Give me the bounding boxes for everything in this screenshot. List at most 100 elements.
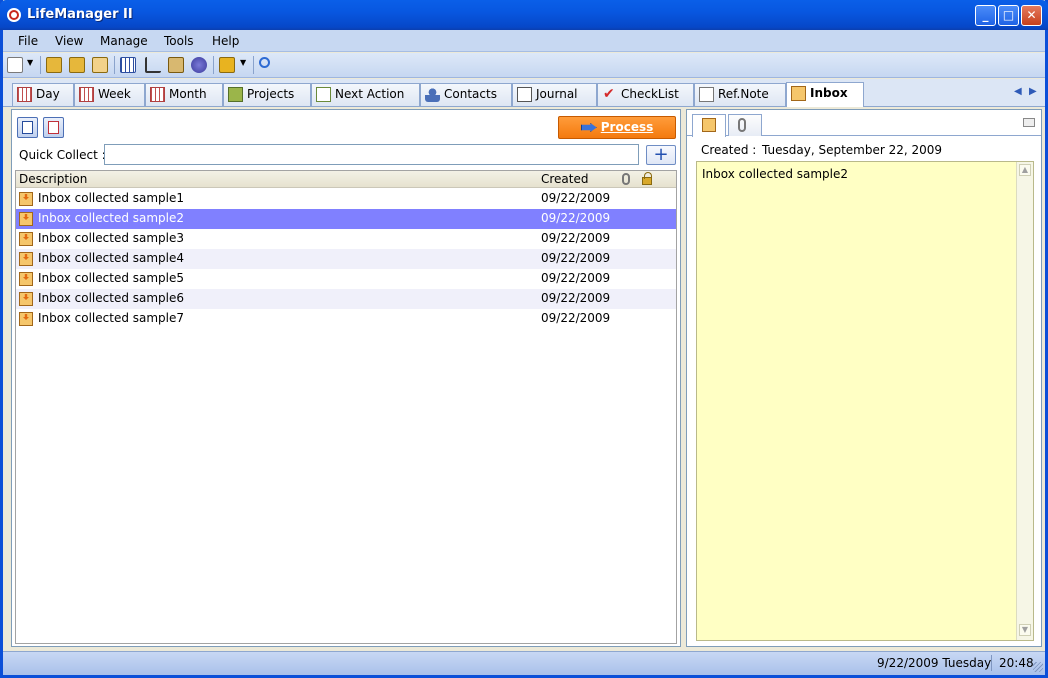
tree-view-icon[interactable] (145, 57, 161, 73)
next-action-icon (316, 87, 331, 102)
table-row[interactable]: Inbox collected sample5 09/22/2009 (16, 269, 676, 289)
tab-label: Next Action (335, 87, 405, 101)
tab-next-action[interactable]: Next Action (311, 83, 420, 106)
row-description: Inbox collected sample3 (38, 231, 185, 245)
status-date: 9/22/2009 Tuesday (877, 656, 992, 670)
unlock-icon[interactable] (1023, 118, 1035, 127)
backup-icon[interactable] (92, 57, 108, 73)
inbox-item-icon (19, 272, 33, 286)
attachment-column-icon[interactable] (622, 173, 630, 185)
tab-inbox-detail[interactable] (692, 114, 726, 137)
row-description: Inbox collected sample1 (38, 191, 185, 205)
projects-icon (228, 87, 243, 102)
inbox-item-icon (19, 312, 33, 326)
tab-label: Projects (247, 87, 295, 101)
tab-scroll-right-icon[interactable]: ▶ (1029, 86, 1041, 100)
tab-projects[interactable]: Projects (223, 83, 311, 106)
process-button[interactable]: Process (558, 116, 676, 139)
calendar-grid-icon[interactable] (120, 57, 136, 73)
tab-day[interactable]: Day (12, 83, 74, 106)
row-description: Inbox collected sample5 (38, 271, 185, 285)
new-inbox-item-button[interactable] (17, 117, 38, 138)
table-row[interactable]: Inbox collected sample1 09/22/2009 (16, 189, 676, 209)
calendar-week-icon (79, 87, 94, 102)
tab-label: Ref.Note (718, 87, 769, 101)
lock-column-icon[interactable] (642, 172, 652, 185)
lock-dropdown-icon[interactable]: ▼ (240, 58, 246, 67)
app-logo-icon (7, 8, 21, 22)
toolbar: ▼ ▼ (3, 53, 1045, 78)
table-row[interactable]: Inbox collected sample3 09/22/2009 (16, 229, 676, 249)
row-description: Inbox collected sample2 (38, 211, 185, 225)
inbox-panel: Process Quick Collect : + Description Cr… (11, 109, 681, 647)
process-label: Process (600, 120, 654, 134)
lock-icon[interactable] (219, 57, 235, 73)
tab-week[interactable]: Week (74, 83, 145, 106)
checklist-icon: ✔ (603, 86, 615, 102)
tab-checklist[interactable]: ✔ CheckList (597, 83, 694, 106)
note-scrollbar[interactable]: ▲ ▼ (1016, 162, 1033, 640)
row-created: 09/22/2009 (541, 251, 611, 265)
tab-contacts[interactable]: Contacts (420, 83, 512, 106)
tab-attachments[interactable] (728, 114, 762, 136)
inbox-item-icon (19, 252, 33, 266)
list-header: Description Created (16, 171, 676, 188)
tab-inbox[interactable]: Inbox (786, 82, 864, 107)
row-description: Inbox collected sample7 (38, 311, 185, 325)
app-window: LifeManager II _ □ ✕ File View Manage To… (0, 0, 1048, 678)
inbox-item-icon (19, 232, 33, 246)
inbox-list[interactable]: Description Created Inbox collected samp… (15, 170, 677, 644)
quick-collect-add-button[interactable]: + (646, 145, 676, 165)
status-bar: 9/22/2009 Tuesday 20:48 (3, 651, 1045, 675)
title-bar[interactable]: LifeManager II _ □ ✕ (0, 0, 1048, 30)
row-created: 09/22/2009 (541, 271, 611, 285)
contacts-icon (425, 87, 440, 102)
export-icon[interactable] (69, 57, 85, 73)
window-title: LifeManager II (27, 7, 133, 22)
search-icon[interactable] (259, 57, 270, 68)
status-time: 20:48 (999, 656, 1034, 670)
new-document-icon[interactable] (7, 57, 23, 73)
tab-scroll-left-icon[interactable]: ◀ (1014, 86, 1026, 100)
menu-manage[interactable]: Manage (100, 34, 148, 48)
table-row[interactable]: Inbox collected sample7 09/22/2009 (16, 309, 676, 329)
scroll-down-icon[interactable]: ▼ (1019, 624, 1031, 636)
menu-tools[interactable]: Tools (164, 34, 194, 48)
scroll-up-icon[interactable]: ▲ (1019, 164, 1031, 176)
menu-help[interactable]: Help (212, 34, 239, 48)
journal-icon (517, 87, 532, 102)
tab-month[interactable]: Month (145, 83, 223, 106)
row-created: 09/22/2009 (541, 211, 611, 225)
quick-collect-input[interactable] (104, 144, 639, 165)
ref-note-icon (699, 87, 714, 102)
inbox-item-icon (19, 192, 33, 206)
table-row[interactable]: Inbox collected sample6 09/22/2009 (16, 289, 676, 309)
status-divider (991, 655, 992, 671)
note-editor[interactable]: Inbox collected sample2 ▲ ▼ (696, 161, 1034, 641)
new-dropdown-icon[interactable]: ▼ (27, 58, 33, 67)
tab-ref-note[interactable]: Ref.Note (694, 83, 786, 106)
table-row[interactable]: Inbox collected sample4 09/22/2009 (16, 249, 676, 269)
database-icon[interactable] (168, 57, 184, 73)
import-icon[interactable] (46, 57, 62, 73)
menu-file[interactable]: File (18, 34, 38, 48)
minimize-button[interactable]: _ (975, 5, 996, 26)
column-created[interactable]: Created (541, 172, 589, 186)
delete-inbox-item-button[interactable] (43, 117, 64, 138)
maximize-button[interactable]: □ (998, 5, 1019, 26)
inbox-icon (702, 118, 716, 132)
paperclip-icon (738, 118, 746, 132)
close-button[interactable]: ✕ (1021, 5, 1042, 26)
row-created: 09/22/2009 (541, 191, 611, 205)
resize-grip-icon[interactable] (1033, 662, 1043, 672)
note-text: Inbox collected sample2 (702, 167, 849, 181)
column-description[interactable]: Description (19, 172, 87, 186)
inbox-item-icon (19, 292, 33, 306)
table-row-selected[interactable]: Inbox collected sample2 09/22/2009 (16, 209, 676, 229)
row-description: Inbox collected sample4 (38, 251, 185, 265)
settings-gear-icon[interactable] (191, 57, 207, 73)
row-created: 09/22/2009 (541, 311, 611, 325)
tab-journal[interactable]: Journal (512, 83, 597, 106)
menu-view[interactable]: View (55, 34, 83, 48)
tab-label: Day (36, 87, 60, 101)
